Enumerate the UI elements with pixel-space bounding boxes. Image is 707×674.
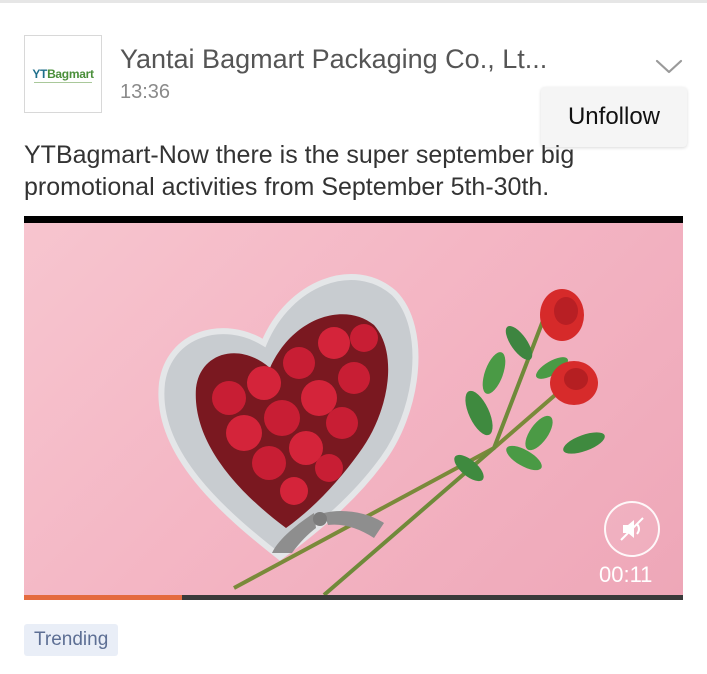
video-duration: 00:11	[599, 562, 653, 587]
speaker-muted-icon	[620, 517, 644, 541]
account-avatar[interactable]: YTBagmart	[24, 35, 102, 113]
account-logo: YTBagmart	[32, 67, 94, 81]
chevron-down-icon[interactable]	[654, 55, 684, 77]
mute-button[interactable]	[604, 501, 660, 557]
logo-underline	[34, 82, 92, 83]
top-divider	[0, 0, 707, 3]
trending-tag[interactable]: Trending	[24, 624, 119, 656]
video-progress-track[interactable]	[24, 595, 683, 600]
post-text: YTBagmart-Now there is the super septemb…	[24, 141, 575, 201]
account-name[interactable]: Yantai Bagmart Packaging Co., Lt...	[120, 44, 640, 75]
video-thumbnail-image	[158, 274, 605, 595]
unfollow-menu-item[interactable]: Unfollow	[541, 87, 687, 147]
video-thumbnail: 00:11	[24, 223, 683, 595]
video-progress-fill	[24, 595, 183, 600]
video-player[interactable]: 00:11	[24, 216, 683, 600]
post-time: 13:36	[120, 81, 171, 103]
